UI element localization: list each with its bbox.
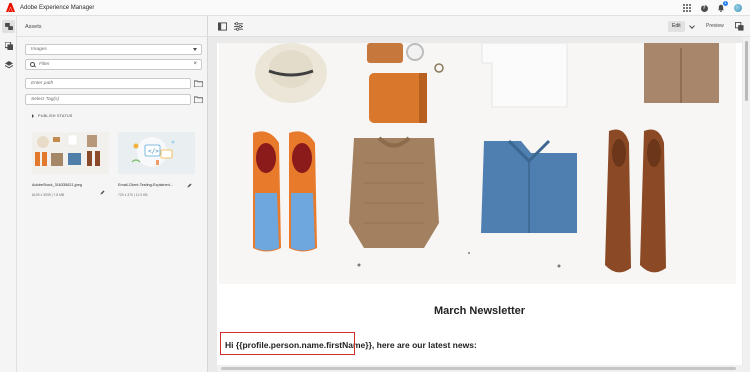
chevron-right-icon [32,114,34,118]
app-switcher-icon[interactable] [683,4,691,12]
assets-panel: Assets Images Filter × Enter path Select… [17,16,208,372]
personalization-highlight [220,332,355,355]
search-icon [30,62,35,67]
filter-input[interactable]: Filter × [25,59,202,70]
vertical-scrollbar[interactable] [743,37,750,372]
edit-icon[interactable] [100,190,105,195]
asset-card[interactable]: </> Email-Client-Testing-Explained... 72… [118,132,195,197]
folder-icon[interactable] [194,96,203,103]
components-icon[interactable] [2,39,15,52]
notification-badge: 1 [723,1,728,6]
chevron-down-icon [193,48,197,51]
clear-icon[interactable]: × [193,61,197,67]
scrollbar-thumb[interactable] [221,367,736,370]
help-icon[interactable]: ? [700,4,708,12]
asset-card[interactable]: AdobeStock_316335621.jpeg 6109 x 3939 | … [32,132,109,197]
user-avatar[interactable] [734,4,742,12]
asset-name: Email-Client-Testing-Explained... [118,183,173,187]
edit-icon[interactable] [187,183,192,188]
app-title: Adobe Experience Manager [20,4,95,11]
notifications-icon[interactable]: 1 [717,1,728,12]
asset-thumbnail: </> [118,132,195,174]
publish-status-label: PUBLISH STATUS [38,114,73,118]
assets-icon[interactable] [2,20,15,33]
asset-type-value: Images [31,47,47,52]
side-rail [0,16,17,372]
tags-input[interactable]: Select Tag(s) [25,94,191,105]
preview-button[interactable]: Preview [702,21,728,32]
app-header: Adobe Experience Manager ? 1 [0,0,750,16]
svg-text:</>: </> [148,148,159,155]
path-placeholder: Enter path [31,81,54,86]
layers-icon[interactable] [2,58,15,71]
tags-placeholder: Select Tag(s) [31,97,60,102]
path-input[interactable]: Enter path [25,78,191,89]
publish-status-toggle[interactable]: PUBLISH STATUS [32,114,73,118]
asset-name: AdobeStock_316335621.jpeg [32,183,82,187]
asset-thumbnail [32,132,109,174]
toggle-side-panel-icon[interactable] [218,22,227,31]
folder-icon[interactable] [194,80,203,87]
email-canvas[interactable]: March Newsletter Hi {{profile.person.nam… [217,43,742,372]
properties-icon[interactable] [234,22,243,31]
horizontal-scrollbar[interactable] [217,365,743,372]
email-editor: Edit Preview March Newsletter Hi {{profi… [208,16,750,372]
scrollbar-thumb[interactable] [745,41,748,101]
newsletter-headline[interactable]: March Newsletter [217,305,742,317]
edit-mode-button[interactable]: Edit [668,21,685,32]
asset-type-select[interactable]: Images [25,44,202,55]
asset-meta: 6109 x 3939 | 7.8 MB [32,193,65,197]
adobe-logo-icon [6,3,15,12]
editor-toolbar: Edit Preview [208,16,750,37]
chevron-down-icon[interactable] [689,23,695,29]
emulator-icon[interactable] [735,22,744,31]
asset-meta: 720 x 370 | 11.0 KB [118,193,148,197]
filter-placeholder: Filter [39,62,50,67]
hero-image[interactable] [219,43,736,284]
divider [17,36,208,37]
panel-title: Assets [25,24,42,30]
